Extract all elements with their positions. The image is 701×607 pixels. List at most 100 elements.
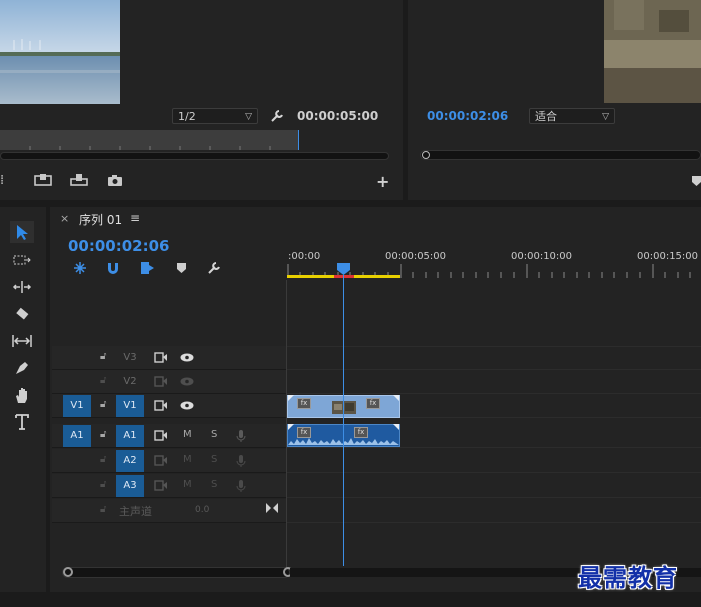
source-patch-v1[interactable]: V1 — [63, 395, 91, 417]
razor-tool[interactable] — [10, 303, 34, 325]
marker-icon[interactable] — [692, 176, 701, 186]
source-zoom-select[interactable]: 1/2 ▽ — [172, 108, 258, 124]
track-select-tool[interactable] — [10, 249, 34, 271]
lock-icon[interactable]: 🔓︎ — [100, 429, 106, 440]
sequence-tab[interactable]: 序列 01 — [79, 211, 122, 228]
track-target-a2[interactable]: A2 — [116, 450, 144, 472]
sync-lock-icon[interactable] — [154, 376, 168, 387]
source-video-frame — [0, 0, 120, 104]
linked-selection-icon[interactable] — [140, 261, 155, 275]
track-header-a2: 🔓︎ A2 M S — [52, 449, 286, 473]
track-header-v1: V1 🔓︎ V1 — [52, 394, 286, 418]
clip-corner-icon — [393, 424, 399, 430]
panel-menu-icon[interactable]: ≡ — [130, 211, 140, 225]
track-header-a1: A1 🔓︎ A1 M S — [52, 424, 286, 448]
snap-nest-icon[interactable] — [73, 261, 87, 275]
fx-badge-icon: fx — [297, 398, 311, 409]
ruler-label-0: :00:00 — [288, 251, 321, 262]
solo-button[interactable]: S — [211, 429, 217, 440]
solo-button[interactable]: S — [211, 454, 217, 465]
type-tool[interactable] — [10, 411, 34, 433]
program-fit-select[interactable]: 适合 ▽ — [529, 108, 615, 124]
type-icon — [15, 414, 29, 430]
timeline-horizontal-scroll[interactable] — [62, 567, 290, 578]
camera-icon[interactable] — [107, 174, 123, 187]
track-header-a3: 🔓︎ A3 M S — [52, 474, 286, 498]
hand-tool[interactable] — [10, 384, 34, 406]
track-v2-lane[interactable] — [287, 370, 701, 394]
sync-lock-icon[interactable] — [154, 400, 168, 411]
add-marker-icon[interactable] — [177, 263, 186, 273]
lock-icon[interactable]: 🔓︎ — [100, 351, 106, 362]
ruler-label-5: 00:00:05:00 — [385, 251, 447, 262]
lock-icon[interactable]: 🔓︎ — [100, 399, 106, 410]
mute-button[interactable]: M — [183, 429, 192, 440]
track-header-v2: 🔓︎ V2 — [52, 370, 286, 394]
eye-icon[interactable] — [180, 353, 194, 362]
track-master-lane[interactable] — [287, 499, 701, 523]
playhead-line[interactable] — [343, 275, 344, 566]
playhead-handle[interactable] — [337, 263, 350, 275]
timeline-settings-wrench-icon[interactable] — [207, 261, 222, 275]
sync-lock-icon[interactable] — [154, 480, 168, 491]
track-v3-lane[interactable] — [287, 346, 701, 370]
hand-icon — [16, 387, 27, 403]
wrench-icon[interactable] — [270, 109, 286, 123]
program-timecode[interactable]: 00:00:02:06 — [427, 109, 508, 123]
lock-icon[interactable]: 🔓︎ — [100, 504, 106, 515]
lock-icon[interactable]: 🔓︎ — [100, 454, 106, 465]
add-button-icon[interactable]: + — [376, 172, 389, 191]
ripple-edit-tool[interactable] — [10, 276, 34, 298]
magnet-snap-icon[interactable] — [106, 261, 120, 275]
selection-arrow-icon — [17, 224, 28, 240]
fx-badge-icon: fx — [366, 398, 380, 409]
microphone-icon[interactable] — [236, 454, 246, 468]
clip-corner-icon — [288, 395, 294, 401]
fx-badge-icon: fx — [297, 427, 311, 438]
lock-icon[interactable]: 🔓︎ — [100, 479, 106, 490]
track-target-v2[interactable]: V2 — [116, 371, 144, 393]
chevron-down-icon: ▽ — [602, 112, 609, 122]
timeline-timecode[interactable]: 00:00:02:06 — [68, 237, 170, 255]
master-end-icon[interactable] — [266, 503, 278, 513]
source-monitor-panel: 1/2 ▽ 00:00:05:00 ⁞ + — [0, 0, 403, 200]
tools-panel — [0, 207, 46, 592]
lock-icon[interactable]: 🔓︎ — [100, 375, 106, 386]
overwrite-icon[interactable] — [70, 173, 88, 187]
eye-icon[interactable] — [180, 377, 194, 386]
mark-icon[interactable]: ⁞ — [0, 173, 4, 188]
clip-corner-icon — [393, 395, 399, 401]
ruler-label-15: 00:00:15:00 — [637, 251, 699, 262]
track-a2-lane[interactable] — [287, 449, 701, 473]
eye-icon[interactable] — [180, 401, 194, 410]
sync-lock-icon[interactable] — [154, 352, 168, 363]
insert-icon[interactable] — [34, 173, 52, 187]
track-target-a3[interactable]: A3 — [116, 475, 144, 497]
sync-lock-icon[interactable] — [154, 430, 168, 441]
render-status-segment — [334, 275, 354, 278]
scroll-handle-left[interactable] — [63, 567, 73, 577]
track-a3-lane[interactable] — [287, 474, 701, 498]
mute-button[interactable]: M — [183, 479, 192, 490]
source-patch-a1[interactable]: A1 — [63, 425, 91, 447]
track-select-icon — [13, 255, 31, 265]
fx-badge-icon: fx — [354, 427, 368, 438]
solo-button[interactable]: S — [211, 479, 217, 490]
track-target-v3[interactable]: V3 — [116, 347, 144, 369]
slip-tool[interactable] — [10, 330, 34, 352]
microphone-icon[interactable] — [236, 429, 246, 443]
selection-tool[interactable] — [10, 221, 34, 243]
program-scroll-bar[interactable] — [420, 150, 701, 160]
microphone-icon[interactable] — [236, 479, 246, 493]
track-target-v1[interactable]: V1 — [116, 395, 144, 417]
master-volume-value[interactable]: 0.0 — [195, 505, 209, 515]
program-scroll-handle[interactable] — [422, 151, 430, 159]
source-scroll-bar[interactable] — [0, 152, 389, 160]
mute-button[interactable]: M — [183, 454, 192, 465]
sync-lock-icon[interactable] — [154, 455, 168, 466]
close-tab-button[interactable]: × — [60, 212, 69, 225]
track-header-v3: 🔓︎ V3 — [52, 346, 286, 370]
pen-icon — [16, 362, 28, 374]
track-target-a1[interactable]: A1 — [116, 425, 144, 447]
pen-tool[interactable] — [10, 357, 34, 379]
